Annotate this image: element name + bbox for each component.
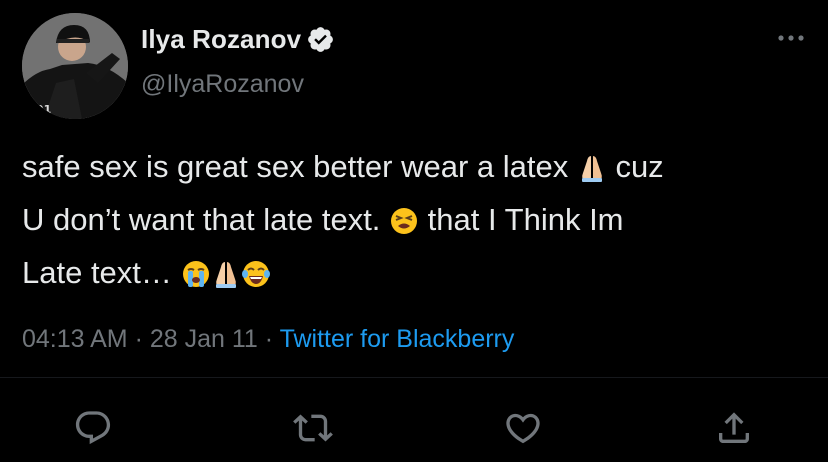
more-options-icon[interactable] [776,28,806,48]
tweet-text-segment: Late text… [22,255,181,290]
meta-separator: · [127,325,150,353]
tweet: 91 Ilya Rozanov @IlyaRozanov safe sex is… [0,0,828,462]
tweet-line-1: safe sex is great sex better wear a late… [22,140,812,193]
folded-hands-emoji-icon [577,146,607,182]
tweet-line-2: U don’t want that late text. that I Thin… [22,193,812,246]
tweet-time[interactable]: 04:13 AM [22,325,128,353]
tired-face-emoji-icon [389,199,419,234]
author-handle[interactable]: @IlyaRozanov [141,70,304,99]
retweet-button[interactable] [293,408,333,448]
tweet-source-link[interactable]: Twitter for Blackberry [280,325,515,353]
tweet-date[interactable]: 28 Jan 11 [150,325,258,353]
like-button[interactable] [503,408,543,448]
retweet-icon [293,408,333,448]
reply-button[interactable] [73,408,113,448]
share-button[interactable] [714,408,754,448]
meta-separator: · [257,325,280,353]
author-display-name[interactable]: Ilya Rozanov [141,24,301,55]
tweet-text-segment: cuz [606,149,664,184]
reply-icon [73,408,113,448]
tweet-text-segment: that I Think Im [419,202,624,237]
divider [0,377,828,378]
avatar[interactable]: 91 [22,13,128,119]
tweet-text-segment: U don’t want that late text. [22,202,390,237]
author-name-row[interactable]: Ilya Rozanov [141,21,335,57]
face-with-tears-of-joy-emoji-icon [241,252,271,287]
share-icon [714,408,754,448]
tweet-text-segment: safe sex is great sex better wear a late… [22,149,577,184]
loudly-crying-face-emoji-icon [181,252,211,287]
tweet-text: safe sex is great sex better wear a late… [22,140,812,299]
svg-text:91: 91 [36,103,51,116]
tweet-metadata: 04:13 AM · 28 Jan 11 · Twitter for Black… [22,325,514,354]
like-icon [503,408,543,448]
verified-badge-icon [306,25,335,54]
tweet-line-3: Late text… [22,246,812,299]
folded-hands-emoji-icon [211,252,241,288]
